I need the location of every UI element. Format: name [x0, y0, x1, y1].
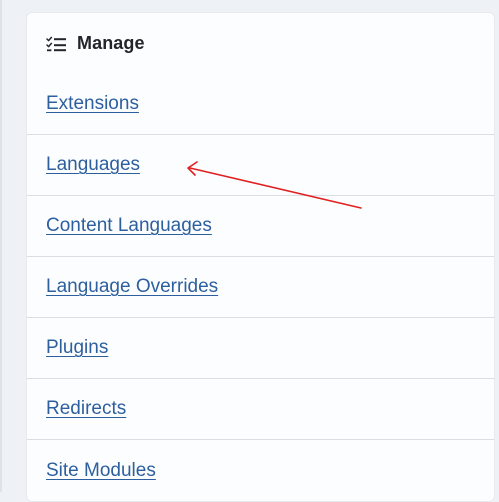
menu-item-languages: Languages	[27, 135, 494, 196]
language-overrides-link[interactable]: Language Overrides	[46, 276, 218, 298]
plugins-link[interactable]: Plugins	[46, 337, 108, 359]
panel-header: Manage	[27, 13, 494, 74]
redirects-link[interactable]: Redirects	[46, 398, 126, 420]
manage-panel: Manage Extensions Languages Content Lang…	[26, 12, 495, 502]
languages-link[interactable]: Languages	[46, 154, 140, 176]
menu-item-redirects: Redirects	[27, 379, 494, 440]
extensions-link[interactable]: Extensions	[46, 93, 139, 115]
menu-item-content-languages: Content Languages	[27, 196, 494, 257]
menu-item-extensions: Extensions	[27, 74, 494, 135]
manage-menu: Extensions Languages Content Languages L…	[27, 74, 494, 501]
menu-item-language-overrides: Language Overrides	[27, 257, 494, 318]
checklist-icon	[46, 36, 67, 52]
content-languages-link[interactable]: Content Languages	[46, 215, 212, 237]
site-modules-link[interactable]: Site Modules	[46, 460, 156, 482]
panel-title: Manage	[77, 33, 145, 53]
menu-item-plugins: Plugins	[27, 318, 494, 379]
page-edge	[0, 0, 2, 492]
